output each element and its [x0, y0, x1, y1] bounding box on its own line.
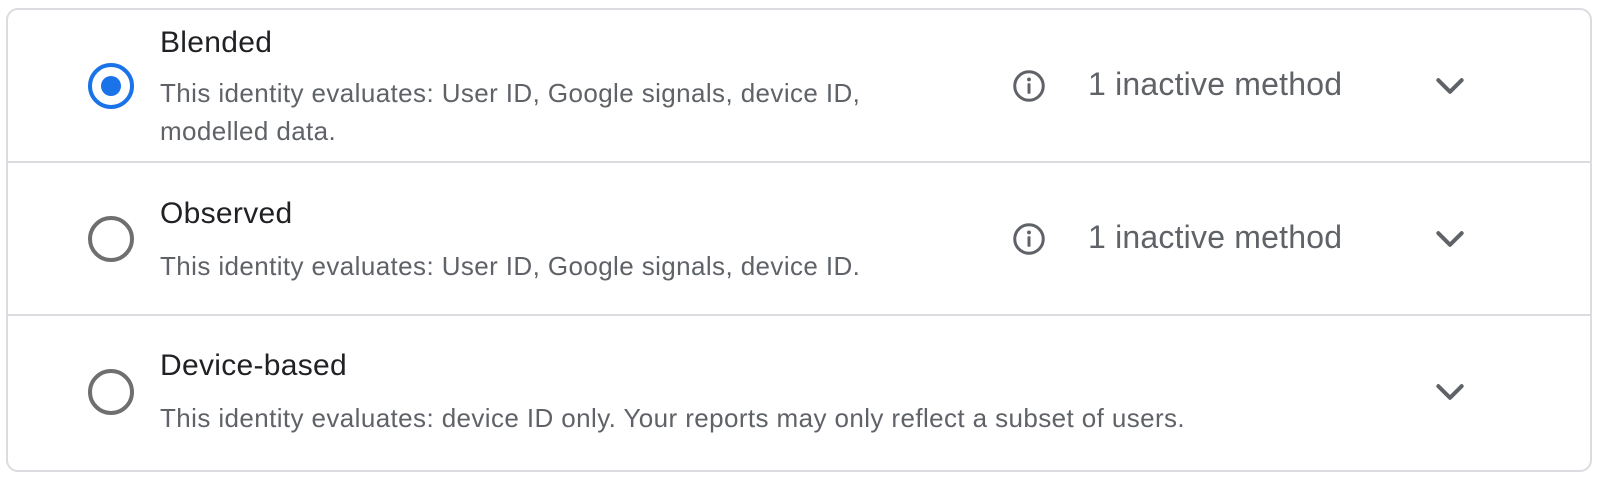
radio-selected-dot	[101, 76, 121, 96]
inactive-methods-label: 1 inactive method	[1088, 219, 1343, 255]
identity-option-blended[interactable]: Blended This identity evaluates: User ID…	[8, 10, 1590, 163]
option-title: Observed	[160, 197, 293, 230]
identity-option-observed[interactable]: Observed This identity evaluates: User I…	[8, 163, 1590, 316]
chevron-down-icon[interactable]	[1430, 219, 1470, 259]
radio-button-blended[interactable]	[88, 63, 134, 109]
radio-button-device-based[interactable]	[88, 369, 134, 415]
option-title: Device-based	[160, 349, 348, 382]
chevron-down-icon[interactable]	[1430, 66, 1470, 106]
info-circle-icon[interactable]	[1011, 221, 1047, 257]
chevron-down-icon[interactable]	[1430, 372, 1470, 412]
option-description: This identity evaluates: User ID, Google…	[160, 78, 861, 146]
radio-button-observed[interactable]	[88, 216, 134, 262]
inactive-methods-label: 1 inactive method	[1088, 66, 1343, 102]
identity-option-device-based[interactable]: Device-based This identity evaluates: de…	[8, 316, 1590, 470]
option-description: This identity evaluates: device ID only.…	[160, 403, 1186, 433]
option-description: This identity evaluates: User ID, Google…	[160, 251, 861, 281]
identity-options-panel: Blended This identity evaluates: User ID…	[6, 8, 1592, 472]
option-title: Blended	[160, 26, 273, 59]
info-circle-icon[interactable]	[1011, 68, 1047, 104]
